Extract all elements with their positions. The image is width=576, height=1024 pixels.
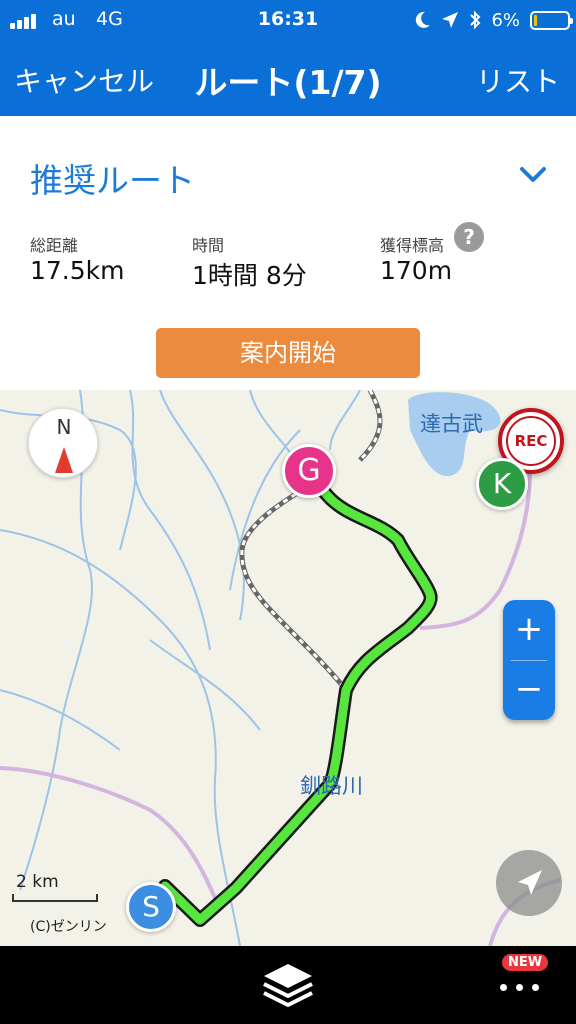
chevron-down-icon[interactable]: [516, 158, 550, 192]
scale-label: 2 km: [16, 872, 59, 892]
map-scale: 2 km: [12, 872, 100, 906]
time-value: 1時間 8分: [192, 261, 307, 290]
elevation-label: 獲得標高: [380, 236, 445, 255]
compass-north-label: N: [56, 415, 72, 439]
bottom-bar: NEW: [0, 946, 576, 1024]
place-label-river: 釧路川: [300, 774, 363, 798]
more-menu-button[interactable]: [496, 976, 546, 1006]
zoom-control: + −: [503, 600, 555, 720]
goal-marker[interactable]: G: [282, 444, 336, 498]
compass-arrow-icon: [55, 447, 73, 473]
cancel-button[interactable]: キャンセル: [14, 60, 154, 100]
moon-icon: [416, 11, 431, 28]
route-info-panel: 推奨ルート 総距離 17.5km 時間 1時間 8分 獲得標高 170m ? 案…: [0, 116, 576, 390]
start-marker[interactable]: S: [126, 882, 176, 932]
list-button[interactable]: リスト: [476, 60, 560, 100]
location-arrow-icon: [442, 12, 459, 28]
battery-level: [534, 14, 537, 26]
time-label: 時間: [192, 236, 225, 255]
navigation-bar: キャンセル ルート(1/7) リスト: [0, 40, 576, 116]
status-bar: au 4G 16:31 6%: [0, 0, 576, 40]
record-label: REC: [506, 416, 556, 466]
location-arrow-icon: [518, 870, 542, 895]
new-badge: NEW: [502, 954, 549, 971]
battery-percent: 6%: [491, 9, 520, 31]
elevation-value: 170m: [380, 256, 453, 285]
zoom-out-button[interactable]: −: [503, 660, 555, 720]
current-location-button[interactable]: [496, 850, 562, 916]
start-navigation-button[interactable]: 案内開始: [156, 328, 420, 378]
bluetooth-icon: [470, 10, 481, 30]
help-icon[interactable]: ?: [454, 222, 484, 252]
distance-label: 総距離: [30, 236, 79, 255]
map-copyright: (C)ゼンリン: [30, 919, 107, 935]
layers-icon[interactable]: [258, 962, 318, 1010]
route-name[interactable]: 推奨ルート: [30, 154, 195, 202]
waypoint-marker-k[interactable]: K: [476, 458, 528, 510]
place-label-lake: 達古武: [420, 412, 483, 436]
battery-icon: [530, 10, 573, 30]
distance-value: 17.5km: [30, 256, 125, 285]
zoom-in-button[interactable]: +: [503, 600, 555, 660]
route-line: [160, 467, 436, 925]
compass-button[interactable]: N: [28, 408, 98, 478]
map-view[interactable]: 達古武 釧路川 N REC K G S + − 2 km (C)ゼンリン: [0, 390, 576, 946]
